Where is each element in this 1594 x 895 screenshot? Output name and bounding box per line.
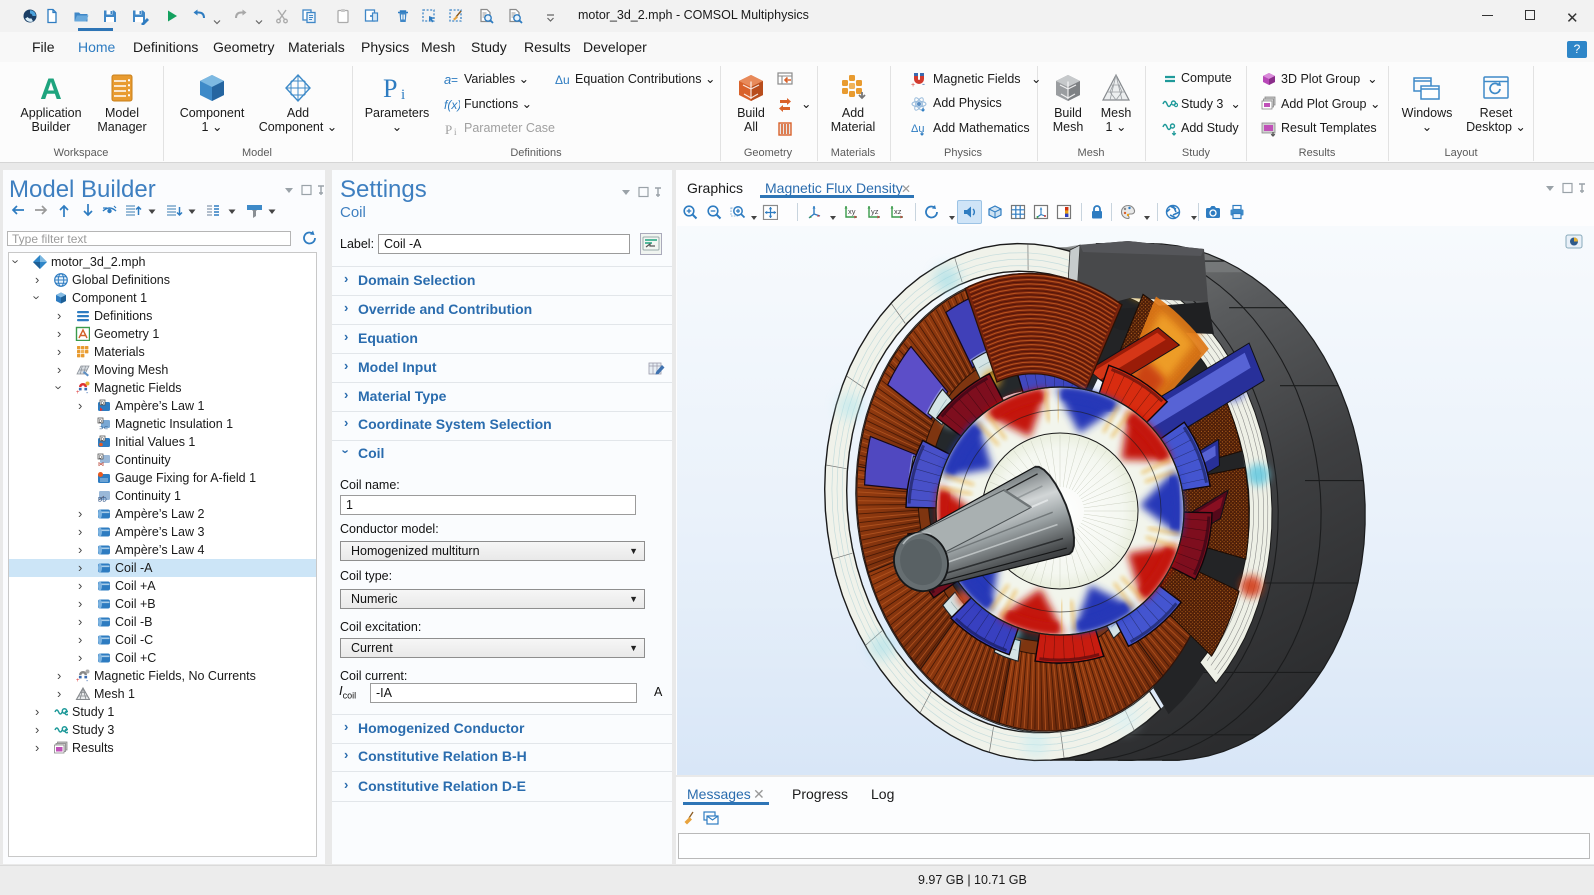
svg-text:⊃⊂: ⊃⊂ xyxy=(99,426,109,432)
svg-text:-: - xyxy=(922,79,925,87)
svg-text:xy: xy xyxy=(848,207,856,216)
svg-text:+: + xyxy=(76,390,80,395)
svg-text:+: + xyxy=(911,82,915,87)
svg-text:yz: yz xyxy=(871,207,879,216)
svg-text:⋈: ⋈ xyxy=(98,462,104,467)
svg-text:+: + xyxy=(76,678,80,683)
svg-text:DD: DD xyxy=(98,498,107,504)
svg-text:-: - xyxy=(86,390,89,395)
svg-text:-: - xyxy=(86,678,89,683)
svg-text:xz: xz xyxy=(894,207,902,216)
